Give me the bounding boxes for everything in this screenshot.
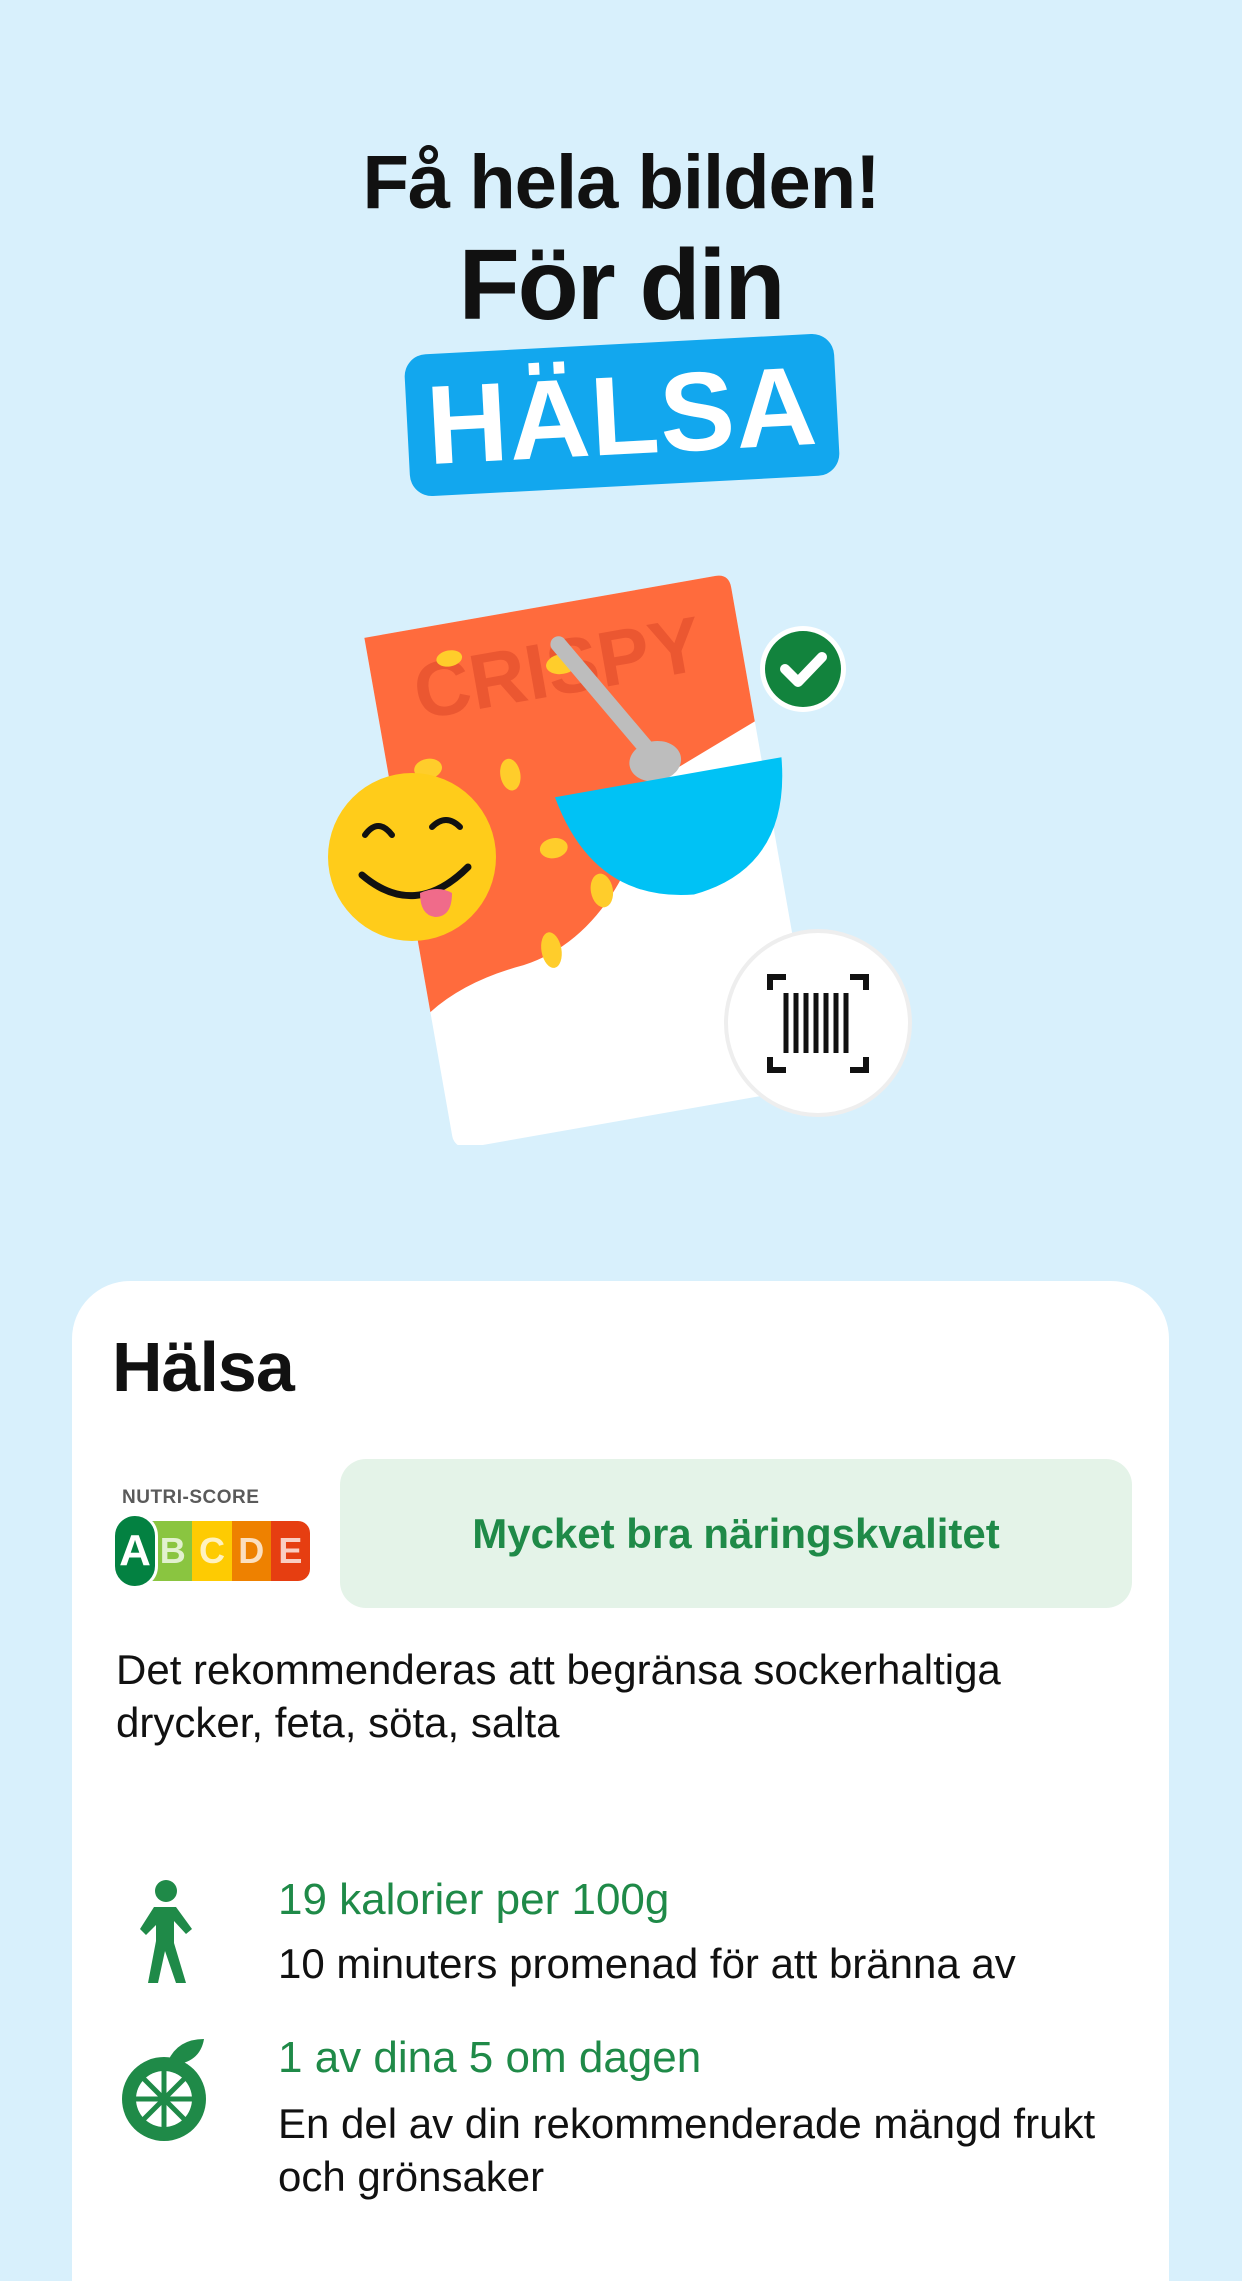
check-icon (760, 626, 846, 712)
five-a-day-title: 1 av dina 5 om dagen (278, 2033, 702, 2082)
nutri-score-badge: NUTRI-SCORE B C D E A (112, 1487, 314, 1589)
health-advice-text: Det rekommenderas att begränsa sockerhal… (116, 1646, 1001, 1746)
calories-text: 10 minuters promenad för att bränna av (278, 1940, 1016, 1987)
nutri-grade-d: D (231, 1521, 271, 1581)
nutri-grade-e: E (270, 1521, 311, 1581)
cereal-illustration: CRISPY (328, 575, 912, 1145)
subhead: För din (458, 229, 786, 341)
walking-person-icon (140, 1880, 192, 1983)
nutrition-quality-pill: Mycket bra näringskvalitet (340, 1459, 1132, 1608)
yum-emoji-icon (328, 773, 496, 941)
fruit-icon (122, 2039, 206, 2141)
health-card: Hälsa NUTRI-SCORE B C D E A Mycket bra n… (72, 1281, 1169, 2281)
headline: Få hela bilden! (362, 139, 880, 225)
nutri-grade-c: C (192, 1521, 232, 1581)
barcode-scan-icon (724, 929, 912, 1117)
nutri-score-scale: B C D E A (112, 1513, 311, 1589)
nutri-grade-b: B (153, 1521, 193, 1581)
nutri-grade-selected: A (112, 1513, 158, 1589)
nutri-score-label: NUTRI-SCORE (122, 1487, 260, 1508)
card-title: Hälsa (112, 1328, 295, 1406)
health-tag: HÄLSA (403, 332, 841, 498)
calories-title: 19 kalorier per 100g (278, 1875, 670, 1924)
five-a-day-text: En del av din rekommenderade mängd frukt… (278, 2100, 1096, 2200)
